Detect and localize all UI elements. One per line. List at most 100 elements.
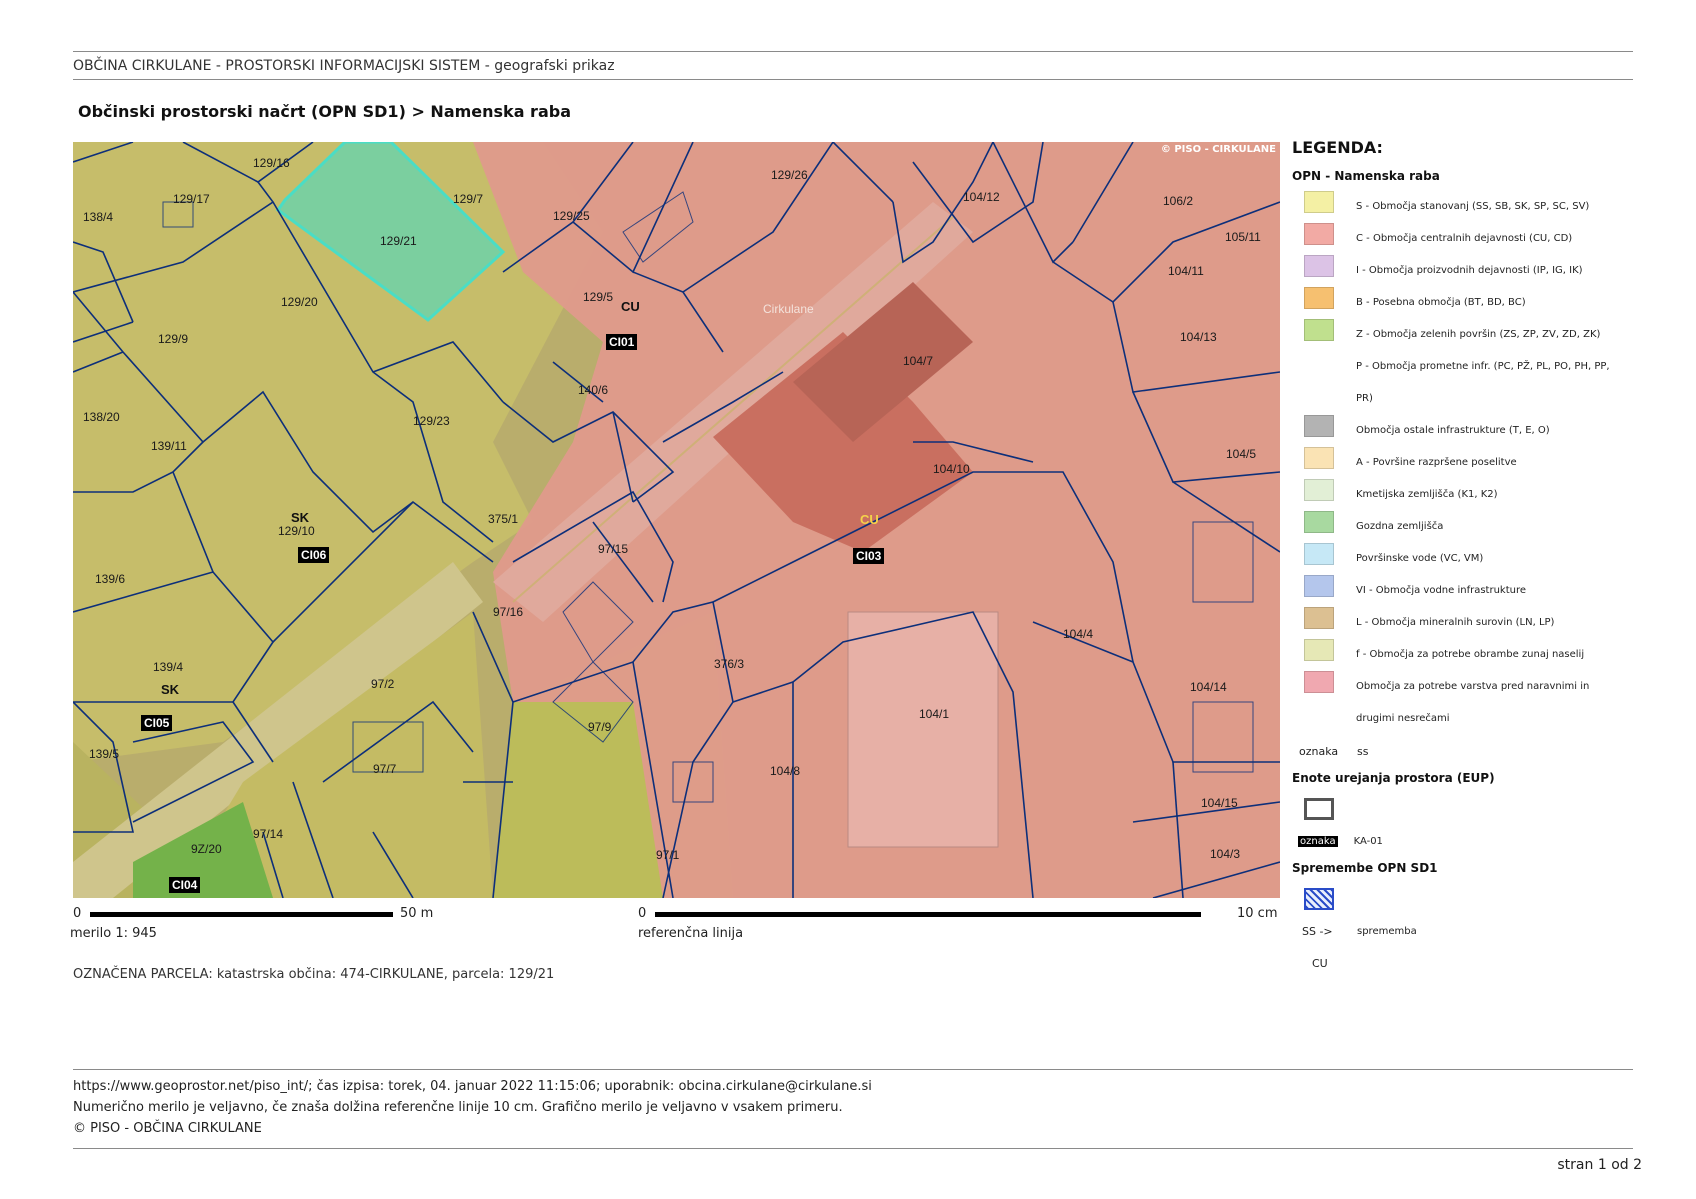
parcel-label: 129/7: [453, 192, 484, 206]
legend-item: L - Območja mineralnih surovin (LN, LP): [1292, 607, 1652, 639]
footer-line3: © PISO - OBČINA CIRKULANE: [73, 1121, 262, 1136]
legend-label: I - Območja proizvodnih dejavnosti (IP, …: [1356, 255, 1583, 287]
legend-label-line: PR): [1356, 393, 1373, 404]
legend-items: S - Območja stanovanj (SS, SB, SK, SP, S…: [1292, 191, 1652, 735]
legend-swatch: [1304, 351, 1334, 373]
change-arrow-label: SS ->: [1302, 924, 1333, 938]
parcel-label: 104/12: [963, 190, 1000, 204]
parcel-label: 376/3: [714, 657, 745, 671]
legend-label: A - Površine razpršene poselitve: [1356, 447, 1517, 479]
legend-label: Območja ostale infrastrukture (T, E, O): [1356, 415, 1550, 447]
parcel-label: 129/16: [253, 156, 290, 170]
legend-panel: LEGENDA: OPN - Namenska raba S - Območja…: [1292, 138, 1652, 979]
legend-swatch: [1304, 447, 1334, 469]
parcel-label: 9Z/20: [191, 842, 222, 856]
zone-label: CU: [860, 512, 879, 527]
legend-label-line: Kmetijska zemljišča (K1, K2): [1356, 489, 1498, 500]
legend-label: Površinske vode (VC, VM): [1356, 543, 1483, 575]
parcel-label: 97/15: [598, 542, 629, 556]
legend-item: Kmetijska zemljišča (K1, K2): [1292, 479, 1652, 511]
legend-cu-row: CU: [1292, 947, 1652, 979]
parcel-label: 104/4: [1063, 627, 1094, 641]
legend-item: Gozdna zemljišča: [1292, 511, 1652, 543]
legend-item: VI - Območja vodne infrastrukture: [1292, 575, 1652, 607]
legend-label: Kmetijska zemljišča (K1, K2): [1356, 479, 1498, 511]
parcel-label: 104/10: [933, 462, 970, 476]
legend-swatch: [1304, 575, 1334, 597]
legend-label-line: Gozdna zemljišča: [1356, 521, 1444, 532]
legend-swatch: [1304, 415, 1334, 437]
scale-label-50m: 50 m: [400, 906, 434, 921]
footer-line1: https://www.geoprostor.net/piso_int/; ča…: [73, 1079, 872, 1094]
zone-label: SK: [161, 682, 180, 697]
eup-tag[interactable]: CI05: [141, 715, 173, 731]
eup-tag[interactable]: CI06: [298, 547, 330, 563]
footer-rule-2: [73, 1148, 1633, 1149]
legend-label: f - Območja za potrebe obrambe zunaj nas…: [1356, 639, 1584, 671]
legend-label-line: Območja ostale infrastrukture (T, E, O): [1356, 425, 1550, 436]
legend-oznaka-row: oznaka ss: [1292, 735, 1652, 767]
parcel-label: 138/20: [83, 410, 120, 424]
legend-label-line: f - Območja za potrebe obrambe zunaj nas…: [1356, 649, 1585, 660]
legend-label-line: I - Območja proizvodnih dejavnosti (IP, …: [1356, 265, 1583, 276]
graphic-scale-bar: [90, 912, 393, 917]
map-view[interactable]: © PISO - CIRKULANE Cirkulane 129/16 129/…: [73, 142, 1280, 898]
parcel-label: 139/11: [151, 439, 187, 453]
parcel-label: 375/1: [488, 512, 519, 526]
parcel-label: 129/9: [158, 332, 189, 346]
legend-item: P - Območja prometne infr. (PC, PŽ, PL, …: [1292, 351, 1652, 415]
legend-swatch: [1304, 255, 1334, 277]
legend-label-line: P - Območja prometne infr. (PC, PŽ, PL, …: [1356, 361, 1610, 372]
change-cu-label: CU: [1312, 956, 1328, 970]
parcel-label: 104/15: [1201, 796, 1238, 810]
legend-eup-tag-row: oznaka KA-01: [1292, 825, 1652, 857]
legend-item: S - Območja stanovanj (SS, SB, SK, SP, S…: [1292, 191, 1652, 223]
ref-caption: referenčna linija: [638, 926, 744, 941]
parcel-label: 140/6: [578, 383, 609, 397]
legend-label-line: drugimi nesrečami: [1356, 713, 1450, 724]
legend-swatch: [1304, 511, 1334, 533]
legend-item: B - Posebna območja (BT, BD, BC): [1292, 287, 1652, 319]
parcel-label: 106/2: [1163, 194, 1194, 208]
legend-label: C - Območja centralnih dejavnosti (CU, C…: [1356, 223, 1572, 255]
eup-tag[interactable]: CI01: [606, 334, 638, 350]
parcel-label: 129/20: [281, 295, 318, 309]
legend-item: C - Območja centralnih dejavnosti (CU, C…: [1292, 223, 1652, 255]
map-copyright: © PISO - CIRKULANE: [1160, 144, 1276, 155]
change-hatch-swatch: [1304, 888, 1334, 910]
parcel-label: 104/13: [1180, 330, 1217, 344]
parcel-label: 139/6: [95, 572, 126, 586]
parcel-label: 104/1: [919, 707, 950, 721]
legend-label: Gozdna zemljišča: [1356, 511, 1443, 543]
legend-oznaka: oznaka: [1299, 744, 1339, 758]
parcel-label: 97/1: [656, 848, 680, 862]
legend-swatch: [1304, 543, 1334, 565]
reference-line: [655, 912, 1201, 917]
parcel-label: 104/7: [903, 354, 934, 368]
parcel-label: 129/10: [278, 524, 315, 538]
map-canvas: [73, 142, 1280, 898]
legend-label-line: Območja za potrebe varstva pred naravnim…: [1356, 681, 1590, 692]
footer-rule-1: [73, 1069, 1633, 1070]
selected-parcel-info: OZNAČENA PARCELA: katastrska občina: 474…: [73, 967, 555, 982]
legend-item: Z - Območja zelenih površin (ZS, ZP, ZV,…: [1292, 319, 1652, 351]
legend-item: Območja ostale infrastrukture (T, E, O): [1292, 415, 1652, 447]
legend-item: Površinske vode (VC, VM): [1292, 543, 1652, 575]
legend-label: Območja za potrebe varstva pred naravnim…: [1356, 671, 1589, 735]
legend-label-line: L - Območja mineralnih surovin (LN, LP): [1356, 617, 1555, 628]
parcel-label: 129/26: [771, 168, 808, 182]
legend-title: LEGENDA:: [1292, 138, 1383, 157]
legend-eup-swatch-row: [1292, 793, 1652, 825]
legend-change-swatch-row: [1292, 883, 1652, 915]
eup-tag-swatch: oznaka: [1298, 835, 1338, 847]
legend-swatch: [1304, 671, 1334, 693]
eup-tag[interactable]: CI03: [853, 548, 885, 564]
legend-section-eup: Enote urejanja prostora (EUP): [1292, 771, 1495, 785]
parcel-label: 104/8: [770, 764, 801, 778]
legend-section-opn: OPN - Namenska raba: [1292, 169, 1440, 183]
eup-tag[interactable]: CI04: [169, 877, 201, 893]
system-title: OBČINA CIRKULANE - PROSTORSKI INFORMACIJ…: [73, 58, 615, 74]
legend-label-line: B - Posebna območja (BT, BD, BC): [1356, 297, 1526, 308]
legend-label-line: VI - Območja vodne infrastrukture: [1356, 585, 1527, 596]
ref-zero: 0: [638, 906, 647, 921]
